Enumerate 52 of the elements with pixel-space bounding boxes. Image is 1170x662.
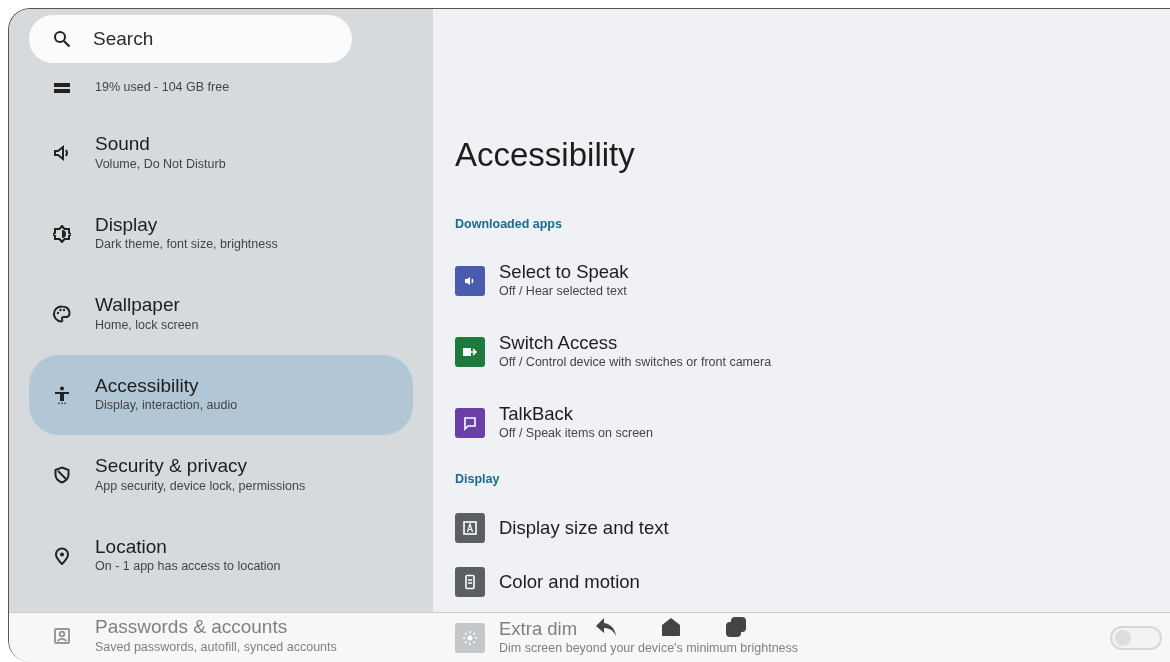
palette-icon [53,305,71,324]
toggle-switch[interactable] [1110,626,1162,651]
sidebar-item[interactable]: Sound Volume, Do Not Disturb [29,113,413,194]
location-pin-icon [53,546,71,565]
shield-icon [53,466,71,485]
speaker-icon [53,144,71,163]
account-icon [53,627,71,646]
item-title: Extra dim [499,618,578,641]
item-title: TalkBack [499,403,574,426]
item-subtitle: Saved passwords, autofill, synced accounts [95,638,337,656]
item-title: Select to Speak [499,261,629,284]
item-subtitle: On - 1 app has access to location [95,558,281,576]
settings-item[interactable]: Select to Speak Off / Hear selected text [455,245,1170,317]
section-header: Downloaded apps [455,215,563,233]
brightness-icon [53,224,71,243]
item-subtitle: Off / Speak items on screen [499,425,653,443]
item-title: Switch Access [499,332,618,355]
sidebar-item[interactable]: Location On - 1 app has access to location [29,515,413,596]
item-subtitle: Display, interaction, audio [95,397,238,415]
sidebar-item[interactable]: Accessibility Display, interaction, audio [29,354,413,435]
item-subtitle: Volume, Do Not Disturb [95,155,226,173]
item-subtitle: App security, device lock, permissions [95,477,306,495]
item-subtitle: Dark theme, font size, brightness [95,236,278,254]
sidebar-item[interactable]: Wallpaper Home, lock screen [29,274,413,355]
item-title: Wallpaper [95,294,180,317]
recents-button[interactable] [724,614,748,638]
section-header: Display [455,471,501,489]
settings-item[interactable]: Color and motion [455,555,1170,610]
item-title: Color and motion [499,571,640,594]
item-title: Display size and text [499,517,669,540]
sidebar-item[interactable]: Display Dark theme, font size, brightness [29,193,413,274]
sidebar-item[interactable]: Passwords & accounts Saved passwords, autofill, synced accounts [29,596,413,662]
settings-item[interactable]: Switch Access Off / Control device with switches or front camera [455,316,1170,388]
item-title: Sound [95,133,150,156]
item-title: Accessibility [95,374,199,398]
item-subtitle: Home, lock screen [95,316,199,334]
item-title: Location [95,535,167,559]
item-subtitle: Off / Hear selected text [499,283,628,301]
settings-item[interactable]: Display size and text [455,501,1170,556]
accessibility-person-icon [53,385,71,404]
item-title: Display [95,213,158,237]
item-title: Passwords & accounts [95,616,288,639]
search-field[interactable]: Search [29,15,352,63]
page-title: Accessibility [455,135,636,175]
sidebar-item[interactable]: 19% used - 104 GB free [29,63,413,113]
item-subtitle: Dim screen beyond your device's minimum brightness [499,640,799,658]
search-icon [53,30,71,48]
sidebar-item[interactable]: Security & privacy App security, device lock, permissions [29,435,413,516]
item-subtitle: Off / Control device with switches or front camera [499,354,772,372]
item-title: Security & privacy [95,455,248,478]
settings-item[interactable]: TalkBack Off / Speak items on screen [455,387,1170,459]
item-subtitle: 19% used - 104 GB free [95,79,230,97]
